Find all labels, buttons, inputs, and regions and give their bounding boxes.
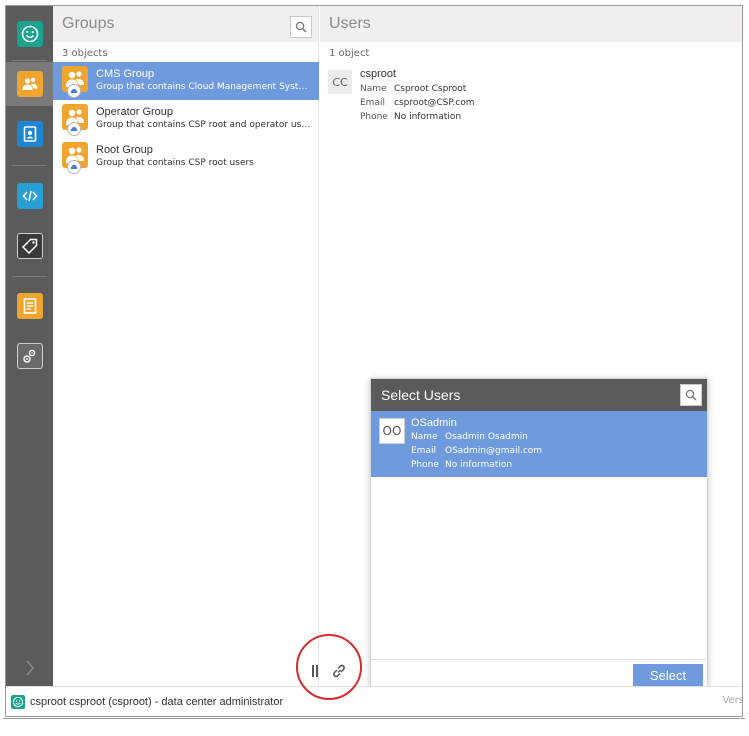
chevron-right-icon (25, 660, 34, 676)
group-description: Group that contains CSP root and operato… (96, 120, 311, 130)
user-name: OSadmin (411, 417, 457, 429)
field-value: No information (445, 460, 513, 470)
settings-gear-icon (16, 343, 43, 369)
nav-divider (12, 60, 47, 61)
group-row-cms[interactable]: CMS Group Group that contains Cloud Mana… (53, 62, 319, 100)
user-field-phone: Phone No information (411, 460, 512, 470)
left-nav (6, 6, 53, 686)
avatar: CC (328, 70, 352, 94)
user-field-email: Email OSadmin@gmail.com (411, 446, 542, 456)
users-title: Users (329, 15, 371, 32)
dialog-user-row[interactable]: OO OSadmin Name Osadmin Osadmin Email OSad… (371, 411, 707, 477)
field-label: Phone (360, 112, 388, 122)
dialog-title: Select Users (381, 387, 461, 403)
cloud-badge-icon (67, 122, 81, 136)
groups-title: Groups (62, 15, 115, 32)
dialog-header: Select Users (371, 379, 707, 411)
groups-search-button[interactable] (290, 16, 312, 38)
field-value: csproot@CSP.com (394, 98, 475, 108)
cloud-badge-icon (67, 84, 81, 98)
status-bar: csproot csproot (csproot) - data center … (6, 686, 743, 716)
code-icon (16, 183, 43, 209)
users-count: 1 object (329, 48, 370, 59)
address-book-icon (16, 121, 43, 147)
user-field-name: Name Csproot Csproot (360, 84, 466, 94)
expand-nav-button[interactable] (6, 654, 53, 682)
avatar: OO (379, 418, 405, 444)
user-card[interactable]: CC csproot Name Csproot Csproot Email cspr… (328, 68, 628, 128)
nav-item-dashboard[interactable] (6, 12, 53, 56)
field-label: Phone (411, 460, 439, 470)
highlight-circle (296, 634, 362, 700)
dialog-search-button[interactable] (680, 384, 702, 406)
field-value: Osadmin Osadmin (445, 432, 528, 442)
groups-header: Groups (53, 6, 318, 42)
app-window: Groups 3 objects CMS Group Group that co… (5, 5, 743, 717)
group-icon (62, 104, 88, 136)
group-name: Operator Group (96, 106, 174, 118)
nav-item-reports[interactable] (6, 284, 53, 328)
nav-item-tags[interactable] (6, 224, 53, 268)
nav-divider (12, 165, 47, 166)
tag-icon (16, 233, 43, 259)
select-button[interactable]: Select (633, 664, 703, 686)
field-value: OSadmin@gmail.com (445, 446, 543, 456)
current-user-label: csproot csproot (csproot) - data center … (30, 696, 284, 708)
groups-panel: Groups 3 objects CMS Group Group that co… (53, 6, 319, 686)
nav-divider (12, 276, 47, 277)
group-description: Group that contains Cloud Management Sys… (96, 82, 311, 92)
group-icon (62, 142, 88, 174)
field-value: Csproot Csproot (394, 84, 467, 94)
field-label: Email (360, 98, 385, 108)
group-description: Group that contains CSP root users (96, 158, 254, 168)
field-label: Name (360, 84, 387, 94)
users-icon (16, 71, 43, 97)
user-field-phone: Phone No information (360, 112, 461, 122)
search-icon (685, 389, 697, 401)
user-field-name: Name Osadmin Osadmin (411, 432, 528, 442)
users-header: Users (320, 6, 742, 42)
group-icon (62, 66, 88, 98)
report-icon (16, 293, 43, 319)
field-value: No information (394, 112, 462, 122)
user-name: csproot (360, 68, 397, 80)
version-label: Vers (722, 695, 743, 706)
nav-item-users-groups[interactable] (6, 62, 53, 106)
group-name: CMS Group (96, 68, 155, 80)
nav-item-address-book[interactable] (6, 112, 53, 156)
smiley-icon (16, 21, 43, 47)
nav-item-settings[interactable] (6, 334, 53, 378)
group-row-root[interactable]: Root Group Group that contains CSP root … (53, 138, 319, 176)
nav-item-api[interactable] (6, 174, 53, 218)
user-status-icon (11, 695, 25, 709)
field-label: Email (411, 446, 436, 456)
user-field-email: Email csproot@CSP.com (360, 98, 475, 108)
group-row-operator[interactable]: Operator Group Group that contains CSP r… (53, 100, 319, 138)
cloud-badge-icon (67, 160, 81, 174)
groups-count: 3 objects (62, 48, 108, 59)
field-label: Name (411, 432, 438, 442)
select-users-dialog: Select Users OO OSadmin Name Osadmin Osad… (370, 378, 708, 692)
group-name: Root Group (96, 144, 153, 156)
bottom-border (3, 718, 745, 720)
search-icon (295, 21, 307, 33)
